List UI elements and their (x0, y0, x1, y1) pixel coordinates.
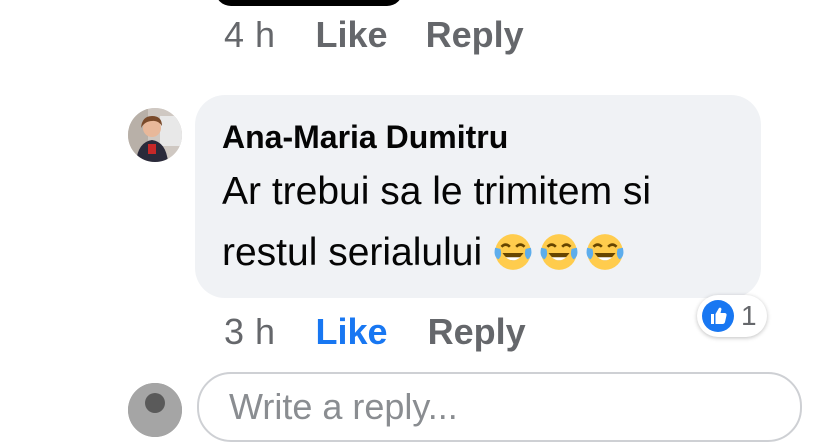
avatar[interactable] (128, 108, 182, 162)
reply-button[interactable]: Reply (428, 311, 526, 353)
comment-text-segment: restul serialului (222, 231, 483, 274)
face-with-tears-of-joy-icon (540, 234, 578, 270)
like-button[interactable]: Like (316, 311, 388, 353)
comment-author[interactable]: Ana-Maria Dumitru (222, 117, 731, 157)
previous-comment-actions: 4 h Like Reply (224, 14, 524, 56)
comment-text: Ar trebui sa le trimitem si restul seria… (222, 161, 731, 283)
current-user-avatar (128, 383, 182, 437)
reply-input[interactable] (197, 372, 802, 442)
reply-button[interactable]: Reply (426, 14, 524, 56)
reaction-count: 1 (741, 300, 757, 331)
comment-actions: 3 h Like Reply (224, 311, 526, 353)
like-button[interactable]: Like (316, 14, 388, 56)
comment-bubble: Ana-Maria Dumitru Ar trebui sa le trimit… (195, 95, 761, 298)
face-with-tears-of-joy-icon (586, 234, 624, 270)
previous-comment-bubble (215, 0, 403, 6)
comment-text-line: restul serialului (222, 222, 731, 283)
user-photo (128, 383, 182, 437)
avatar-photo (128, 108, 182, 162)
comment-text-line: Ar trebui sa le trimitem si (222, 170, 652, 213)
comment-timestamp[interactable]: 4 h (224, 14, 276, 56)
like-reaction-icon (702, 300, 734, 332)
face-with-tears-of-joy-icon (494, 234, 532, 270)
comment-timestamp[interactable]: 3 h (224, 311, 276, 353)
reaction-summary[interactable]: 1 (697, 295, 767, 337)
